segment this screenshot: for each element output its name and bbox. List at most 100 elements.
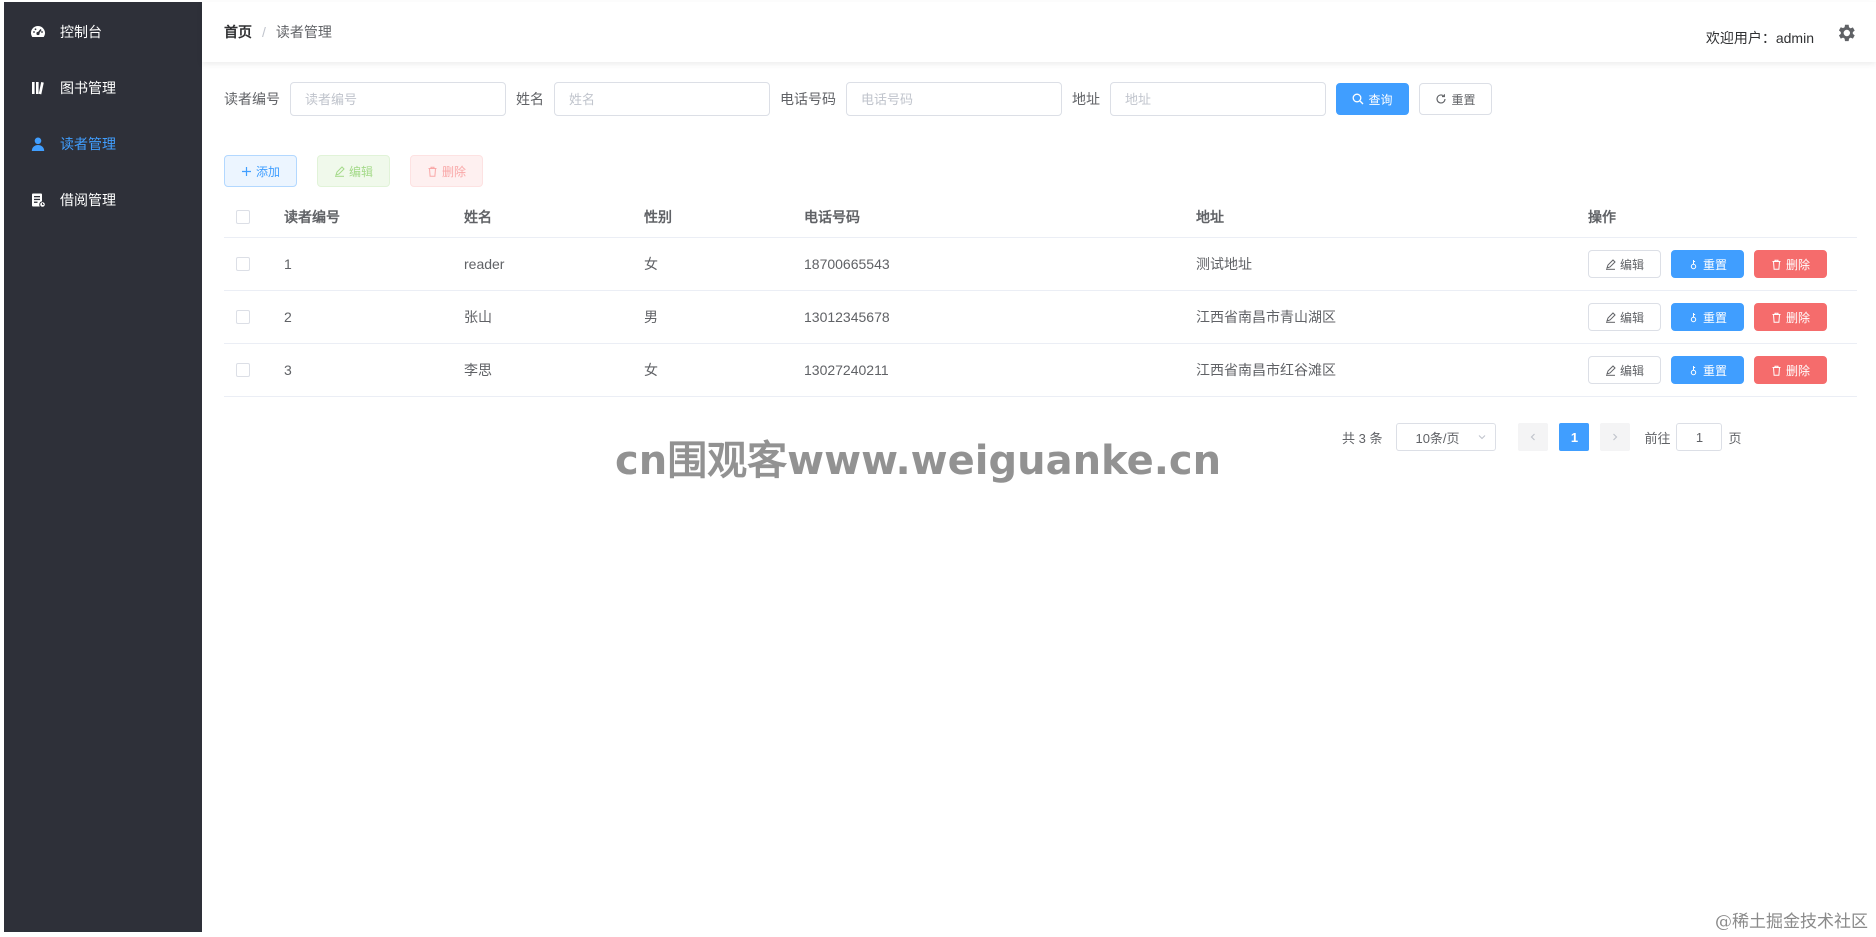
page-size-value: 10条/页 bbox=[1415, 430, 1460, 446]
readers-table: 读者编号 姓名 性别 电话号码 地址 操作 1 reader 女 1870066… bbox=[224, 197, 1857, 397]
search-label-name: 姓名 bbox=[516, 91, 544, 107]
address-input[interactable] bbox=[1110, 82, 1326, 116]
chevron-down-icon bbox=[1479, 435, 1486, 440]
row-delete-button[interactable]: 删除 bbox=[1754, 303, 1827, 331]
cell-address: 江西省南昌市青山湖区 bbox=[1196, 309, 1336, 325]
batch-delete-button[interactable]: 删除 bbox=[410, 155, 483, 187]
sidebar: 控制台 图书管理 读者管理 借阅管理 bbox=[4, 2, 202, 932]
search-form: 读者编号 姓名 电话号码 地址 查询 重置 bbox=[224, 82, 1492, 116]
table-row: 2 张山 男 13012345678 江西省南昌市青山湖区 编辑 重置 删除 bbox=[224, 291, 1857, 344]
table-row: 3 李思 女 13027240211 江西省南昌市红谷滩区 编辑 重置 删除 bbox=[224, 344, 1857, 397]
reader-id-input[interactable] bbox=[290, 82, 506, 116]
column-header-name[interactable]: 姓名 bbox=[464, 197, 492, 237]
row-delete-label: 删除 bbox=[1785, 257, 1810, 272]
column-header-gender[interactable]: 性别 bbox=[644, 197, 672, 237]
column-header-address[interactable]: 地址 bbox=[1196, 197, 1224, 237]
sidebar-item-books[interactable]: 图书管理 bbox=[4, 60, 202, 116]
row-edit-label: 编辑 bbox=[1619, 310, 1644, 325]
user-icon bbox=[28, 134, 48, 154]
column-header-id[interactable]: 读者编号 bbox=[284, 197, 340, 237]
row-edit-button[interactable]: 编辑 bbox=[1588, 356, 1661, 384]
plus-icon bbox=[241, 166, 251, 176]
cell-gender: 女 bbox=[644, 256, 658, 272]
breadcrumb-home[interactable]: 首页 bbox=[224, 22, 252, 42]
name-input[interactable] bbox=[554, 82, 770, 116]
reset-search-button[interactable]: 重置 bbox=[1419, 83, 1492, 115]
borrow-document-icon bbox=[28, 190, 48, 210]
column-header-phone[interactable]: 电话号码 bbox=[804, 197, 860, 237]
trash-icon bbox=[1772, 312, 1781, 323]
cell-gender: 女 bbox=[644, 362, 658, 378]
edit-icon bbox=[334, 165, 345, 177]
query-label: 查询 bbox=[1368, 92, 1393, 107]
next-page-button[interactable] bbox=[1600, 423, 1631, 451]
column-header-actions: 操作 bbox=[1588, 209, 1616, 225]
pagination: 共 3 条 10条/页 1 前往 页 bbox=[1342, 423, 1742, 451]
add-label: 添加 bbox=[255, 164, 280, 179]
cell-id: 3 bbox=[284, 362, 292, 378]
page-size-select[interactable]: 10条/页 bbox=[1396, 423, 1497, 451]
edit-label: 编辑 bbox=[348, 164, 373, 179]
row-delete-button[interactable]: 删除 bbox=[1754, 250, 1827, 278]
row-edit-button[interactable]: 编辑 bbox=[1588, 250, 1661, 278]
breadcrumb: 首页 / 读者管理 bbox=[224, 22, 332, 42]
prev-page-button[interactable] bbox=[1518, 423, 1549, 451]
trash-icon bbox=[1772, 365, 1781, 376]
goto-prefix: 前往 bbox=[1644, 430, 1671, 446]
cell-name: 李思 bbox=[464, 362, 492, 378]
goto-suffix: 页 bbox=[1728, 430, 1742, 446]
select-all-checkbox[interactable] bbox=[236, 210, 250, 224]
breadcrumb-current: 读者管理 bbox=[275, 24, 332, 40]
center-watermark: cn围观客www.weiguanke.cn bbox=[615, 438, 1222, 484]
row-checkbox[interactable] bbox=[236, 257, 250, 271]
row-checkbox[interactable] bbox=[236, 363, 250, 377]
edit-icon bbox=[1605, 311, 1616, 323]
table-header: 读者编号 姓名 性别 电话号码 地址 操作 bbox=[224, 197, 1857, 238]
cell-gender: 男 bbox=[644, 309, 658, 325]
edit-icon bbox=[1605, 364, 1616, 376]
search-label-address: 地址 bbox=[1072, 91, 1100, 107]
cell-id: 2 bbox=[284, 309, 292, 325]
row-delete-button[interactable]: 删除 bbox=[1754, 356, 1827, 384]
row-reset-label: 重置 bbox=[1702, 257, 1727, 272]
sidebar-item-borrow[interactable]: 借阅管理 bbox=[4, 172, 202, 228]
add-button[interactable]: 添加 bbox=[224, 155, 297, 187]
sidebar-item-readers[interactable]: 读者管理 bbox=[4, 116, 202, 172]
chevron-right-icon bbox=[1613, 433, 1618, 441]
toolbar: 添加 编辑 删除 bbox=[224, 155, 483, 187]
cell-address: 江西省南昌市红谷滩区 bbox=[1196, 362, 1336, 378]
cell-phone: 13027240211 bbox=[804, 362, 889, 378]
cell-name: 张山 bbox=[464, 309, 492, 325]
row-reset-password-button[interactable]: 重置 bbox=[1671, 250, 1744, 278]
row-reset-password-button[interactable]: 重置 bbox=[1671, 303, 1744, 331]
welcome-text: 欢迎用户：admin bbox=[1705, 30, 1814, 46]
row-delete-label: 删除 bbox=[1785, 363, 1810, 378]
row-reset-password-button[interactable]: 重置 bbox=[1671, 356, 1744, 384]
pagination-total: 共 3 条 bbox=[1342, 430, 1383, 446]
dashboard-icon bbox=[28, 22, 48, 42]
row-edit-label: 编辑 bbox=[1619, 257, 1644, 272]
goto-page-input[interactable] bbox=[1676, 423, 1723, 451]
trash-icon bbox=[428, 166, 437, 177]
row-reset-label: 重置 bbox=[1702, 363, 1727, 378]
row-edit-button[interactable]: 编辑 bbox=[1588, 303, 1661, 331]
search-label-phone: 电话号码 bbox=[780, 91, 836, 107]
cell-name: reader bbox=[464, 256, 505, 272]
row-checkbox[interactable] bbox=[236, 310, 250, 324]
chevron-left-icon bbox=[1531, 433, 1536, 441]
gear-icon[interactable] bbox=[1835, 22, 1857, 44]
sidebar-item-dashboard[interactable]: 控制台 bbox=[4, 4, 202, 60]
sidebar-item-label: 图书管理 bbox=[60, 80, 116, 96]
sidebar-item-label: 借阅管理 bbox=[60, 192, 116, 208]
page-number-current[interactable]: 1 bbox=[1559, 423, 1590, 451]
books-icon bbox=[28, 78, 48, 98]
table-row: 1 reader 女 18700665543 测试地址 编辑 重置 删除 bbox=[224, 238, 1857, 291]
batch-edit-button[interactable]: 编辑 bbox=[317, 155, 390, 187]
row-delete-label: 删除 bbox=[1785, 310, 1810, 325]
query-button[interactable]: 查询 bbox=[1336, 83, 1409, 115]
row-reset-label: 重置 bbox=[1702, 310, 1727, 325]
reset-label: 重置 bbox=[1451, 92, 1476, 107]
corner-watermark: @稀土掘金技术社区 bbox=[1715, 912, 1868, 932]
phone-input[interactable] bbox=[846, 82, 1062, 116]
cell-id: 1 bbox=[284, 256, 292, 272]
